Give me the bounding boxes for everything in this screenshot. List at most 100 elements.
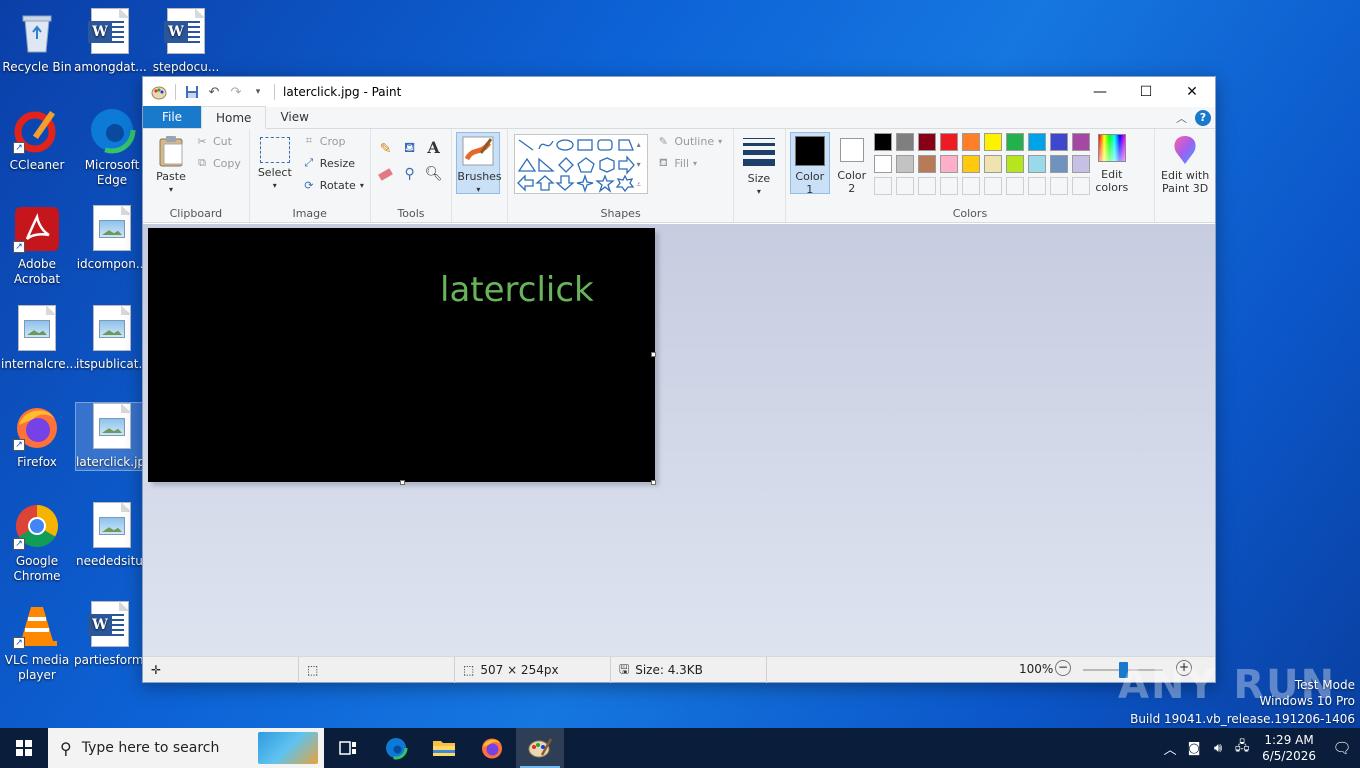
custom-color-slot[interactable] bbox=[895, 177, 914, 195]
palette-swatch[interactable] bbox=[873, 133, 892, 151]
desktop-icon-itspublicat[interactable]: itspublicat... bbox=[76, 305, 150, 372]
desktop-icon-stepdocu[interactable]: W stepdocu... bbox=[150, 8, 222, 75]
palette-swatch[interactable] bbox=[1027, 133, 1046, 151]
palette-swatch[interactable] bbox=[1049, 133, 1068, 151]
desktop-icon-recycle-bin[interactable]: Recycle Bin bbox=[1, 8, 73, 75]
palette-swatch[interactable] bbox=[895, 155, 914, 173]
image-canvas[interactable]: laterclick bbox=[148, 228, 655, 482]
canvas-area[interactable]: laterclick bbox=[143, 224, 1215, 656]
select-button[interactable]: Select ▾ bbox=[256, 135, 294, 192]
custom-color-slot[interactable] bbox=[1071, 177, 1090, 195]
notifications-icon[interactable]: 🗨 bbox=[1324, 739, 1360, 757]
resize-handle-right[interactable] bbox=[651, 352, 656, 357]
desktop-icon-ccleaner[interactable]: ↗ CCleaner bbox=[1, 106, 73, 173]
desktop-icon-vlc[interactable]: ↗ VLC media player bbox=[1, 601, 73, 683]
paste-button[interactable]: Paste ▾ bbox=[151, 135, 191, 196]
desktop-icon-idcompon[interactable]: idcompon... bbox=[76, 205, 148, 272]
desktop-icon-google-chrome[interactable]: ↗ Google Chrome bbox=[1, 502, 73, 584]
custom-color-slot[interactable] bbox=[961, 177, 980, 195]
custom-color-slot[interactable] bbox=[917, 177, 936, 195]
desktop-icon-adobe-acrobat[interactable]: ↗ Adobe Acrobat bbox=[1, 205, 73, 287]
resize-handle-corner[interactable] bbox=[651, 480, 656, 485]
palette-swatch[interactable] bbox=[1005, 133, 1024, 151]
custom-color-slot[interactable] bbox=[939, 177, 958, 195]
tab-view[interactable]: View bbox=[266, 106, 322, 128]
palette-swatch[interactable] bbox=[1027, 155, 1046, 173]
edit-colors-button[interactable]: Edit colors bbox=[1092, 134, 1132, 194]
color-picker-tool[interactable]: ⚲ bbox=[403, 166, 417, 182]
paint-app-icon[interactable] bbox=[151, 84, 167, 100]
custom-color-slot[interactable] bbox=[1049, 177, 1068, 195]
desktop-icon-internalcre[interactable]: internalcre... bbox=[1, 305, 77, 372]
text-tool[interactable]: A bbox=[427, 138, 441, 157]
palette-swatch[interactable] bbox=[961, 133, 980, 151]
close-button[interactable]: ✕ bbox=[1169, 77, 1215, 107]
palette-swatch[interactable] bbox=[983, 155, 1002, 173]
eraser-tool[interactable] bbox=[378, 167, 393, 181]
custom-color-slot[interactable] bbox=[1005, 177, 1024, 195]
zoom-out-button[interactable]: − bbox=[1055, 660, 1071, 676]
network-icon[interactable]: 🖧 bbox=[1230, 737, 1254, 759]
palette-swatch[interactable] bbox=[917, 133, 936, 151]
desktop-icon-microsoft-edge[interactable]: Microsoft Edge bbox=[76, 106, 148, 188]
tab-home[interactable]: Home bbox=[201, 106, 267, 129]
outline-button[interactable]: ✎ Outline ▾ bbox=[656, 134, 722, 148]
task-view-button[interactable] bbox=[324, 728, 372, 768]
palette-swatch[interactable] bbox=[1005, 155, 1024, 173]
tab-file[interactable]: File bbox=[143, 106, 201, 128]
brushes-button[interactable]: Brushes ▾ bbox=[456, 132, 502, 194]
shapes-scroll[interactable]: ▴ ▾ ⩡ bbox=[636, 135, 641, 195]
magnifier-tool[interactable]: 🔍︎ bbox=[425, 166, 443, 182]
minimize-button[interactable]: — bbox=[1077, 77, 1123, 107]
fill-button[interactable]: ⛾ Fill ▾ bbox=[656, 156, 697, 170]
cut-button[interactable]: ✂ Cut bbox=[195, 134, 232, 148]
resize-handle-bottom[interactable] bbox=[400, 480, 405, 485]
palette-swatch[interactable] bbox=[873, 155, 892, 173]
custom-color-slot[interactable] bbox=[983, 177, 1002, 195]
show-hidden-icons[interactable]: ︿ bbox=[1158, 739, 1182, 758]
crop-button[interactable]: ⌗ Crop bbox=[302, 134, 346, 148]
palette-swatch[interactable] bbox=[1049, 155, 1068, 173]
redo-icon[interactable]: ↷ bbox=[228, 84, 244, 100]
desktop-icon-partiesform[interactable]: W partiesform... bbox=[74, 601, 155, 668]
help-icon[interactable]: ? bbox=[1195, 110, 1211, 126]
meet-now-icon[interactable]: ◙ bbox=[1182, 741, 1206, 756]
custom-color-slot[interactable] bbox=[1027, 177, 1046, 195]
clock[interactable]: 1:29 AM 6/5/2026 bbox=[1254, 732, 1324, 764]
start-button[interactable] bbox=[0, 728, 48, 768]
color2-button[interactable]: Color 2 bbox=[832, 132, 872, 195]
volume-icon[interactable]: 🔊︎ bbox=[1206, 741, 1230, 756]
palette-swatch[interactable] bbox=[1071, 133, 1090, 151]
color1-button[interactable]: Color 1 bbox=[789, 132, 830, 196]
save-icon[interactable] bbox=[184, 84, 200, 100]
palette-swatch[interactable] bbox=[961, 155, 980, 173]
maximize-button[interactable]: ☐ bbox=[1123, 77, 1169, 107]
palette-swatch[interactable] bbox=[895, 133, 914, 151]
collapse-ribbon-icon[interactable]: ︿ bbox=[1176, 110, 1187, 126]
undo-icon[interactable]: ↶ bbox=[206, 84, 222, 100]
palette-swatch[interactable] bbox=[939, 133, 958, 151]
palette-swatch[interactable] bbox=[1071, 155, 1090, 173]
taskbar-search-box[interactable]: ⚲ Type here to search bbox=[48, 728, 324, 768]
taskbar-paint[interactable] bbox=[516, 728, 564, 768]
rotate-button[interactable]: ⟳ Rotate ▾ bbox=[302, 178, 364, 192]
pencil-tool[interactable]: ✎ bbox=[379, 141, 393, 157]
palette-swatch[interactable] bbox=[939, 155, 958, 173]
desktop-icon-laterclick[interactable]: laterclick.jpg bbox=[75, 402, 153, 471]
custom-color-slot[interactable] bbox=[873, 177, 892, 195]
edit-with-paint3d-button[interactable]: Edit with Paint 3D bbox=[1157, 134, 1213, 195]
resize-button[interactable]: ⤢ Resize bbox=[302, 156, 355, 170]
desktop-icon-neededsitu[interactable]: neededsitu... bbox=[76, 502, 154, 569]
palette-swatch[interactable] bbox=[983, 133, 1002, 151]
taskbar-firefox[interactable] bbox=[468, 728, 516, 768]
shapes-gallery[interactable] bbox=[514, 134, 649, 194]
palette-swatch[interactable] bbox=[917, 155, 936, 173]
desktop-icon-firefox[interactable]: ↗ Firefox bbox=[1, 403, 73, 470]
fill-tool[interactable]: ⛾ bbox=[403, 140, 417, 156]
taskbar-edge[interactable] bbox=[372, 728, 420, 768]
size-button[interactable]: Size ▾ bbox=[740, 134, 778, 198]
taskbar-file-explorer[interactable] bbox=[420, 728, 468, 768]
copy-button[interactable]: ⧉ Copy bbox=[195, 156, 241, 170]
customize-qa-icon[interactable]: ▾ bbox=[250, 84, 266, 100]
desktop-icon-amongdat[interactable]: W amongdat... bbox=[74, 8, 147, 75]
